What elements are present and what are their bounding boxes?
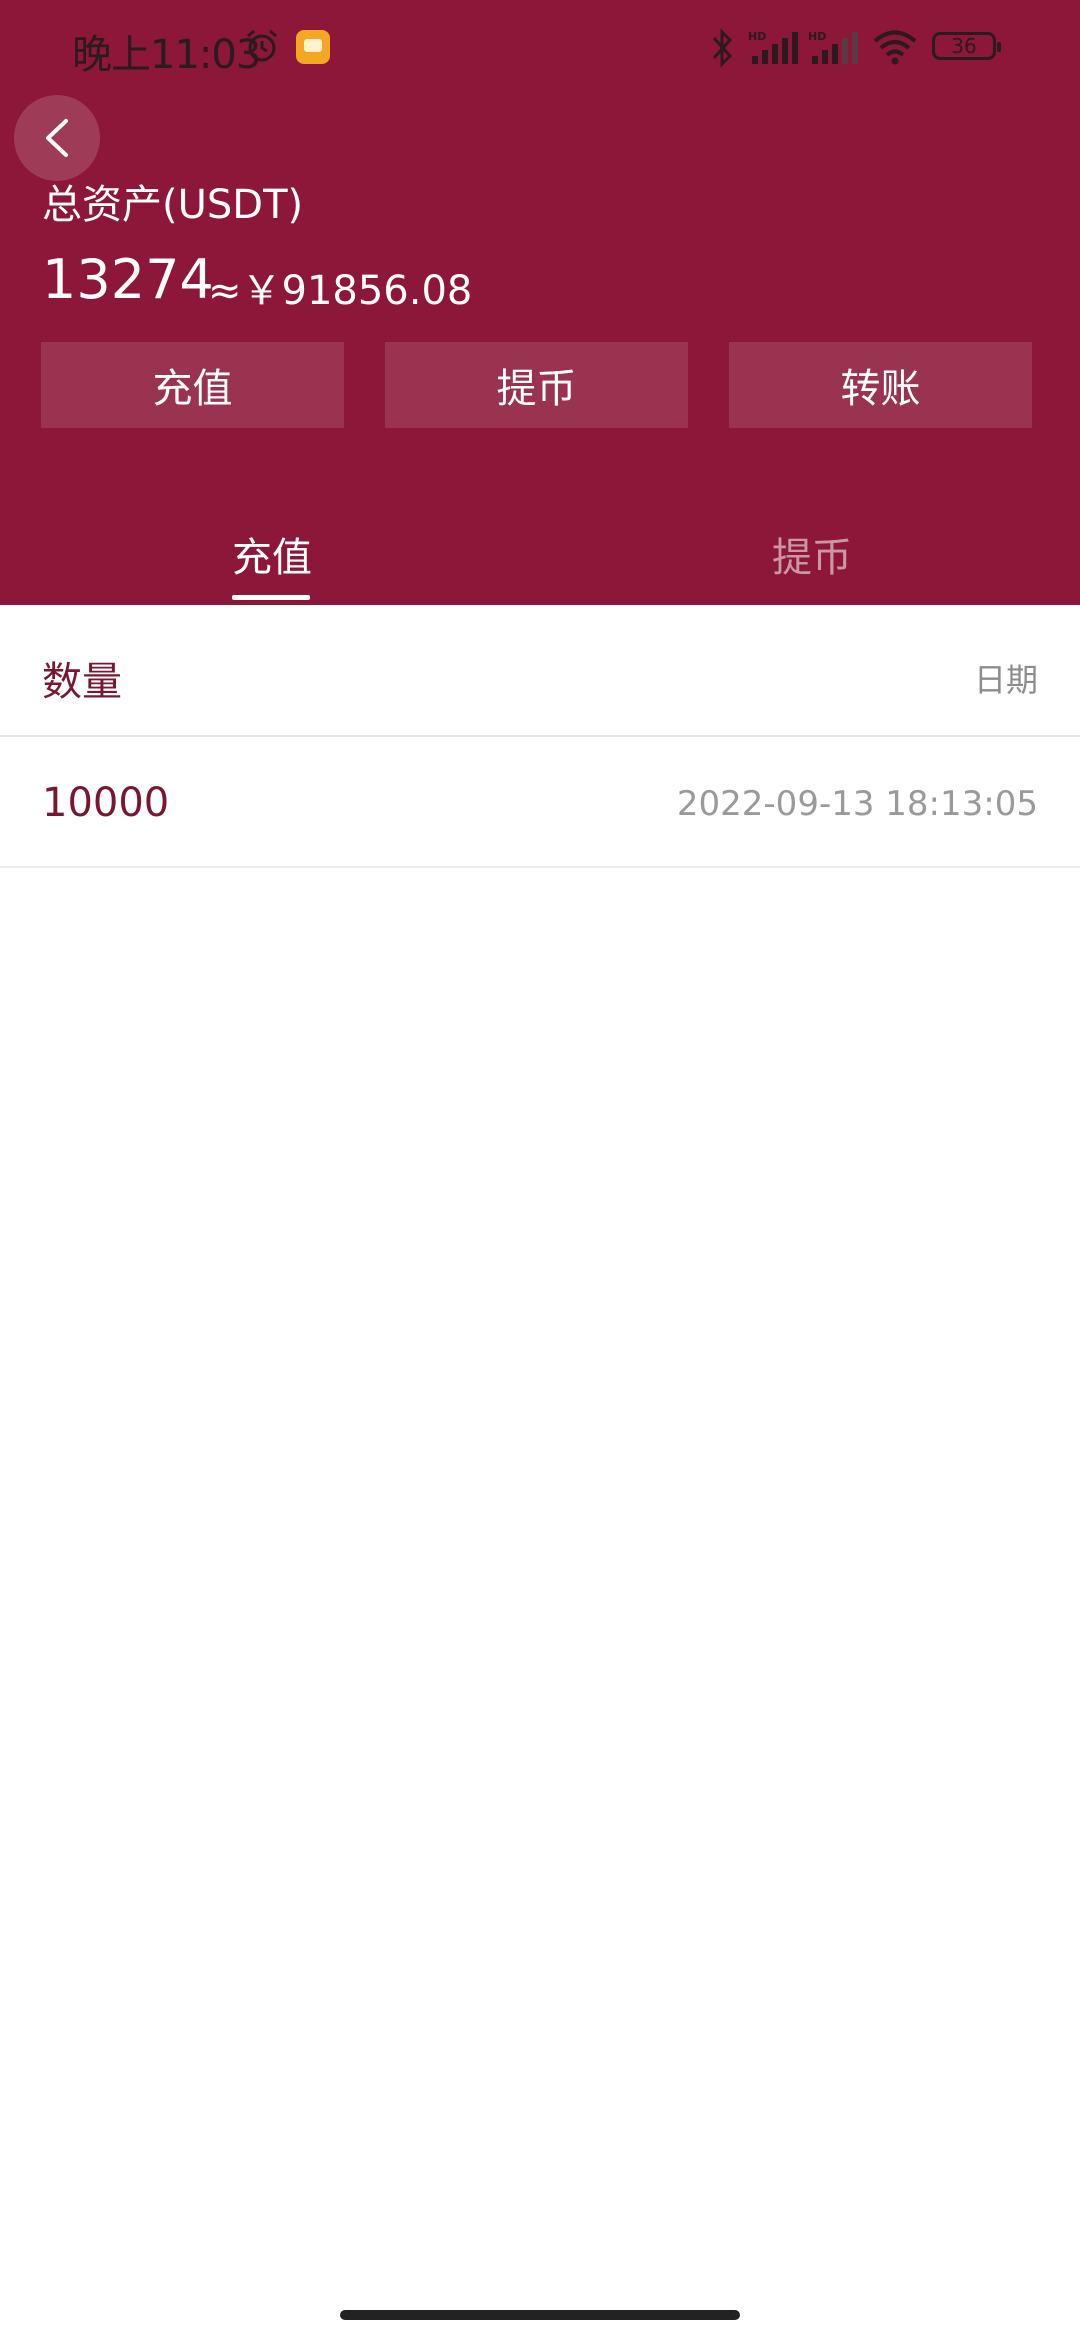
active-tab-indicator — [232, 595, 310, 600]
back-button[interactable] — [14, 95, 100, 181]
column-header-quantity: 数量 — [42, 659, 122, 705]
list-item: 10000 2022-09-13 18:13:05 — [0, 738, 1080, 868]
record-quantity: 10000 — [42, 780, 170, 826]
app-screen: 晚上11:03 HD HD 36 总资产(USDT) 13274 ≈￥91856… — [0, 0, 1080, 2340]
total-assets-amount: 13274 — [42, 248, 214, 311]
record-date: 2022-09-13 18:13:05 — [676, 784, 1038, 824]
status-bar: 晚上11:03 HD HD 36 — [0, 0, 1080, 95]
alarm-icon — [247, 29, 277, 62]
tab-withdraw[interactable]: 提币 — [772, 525, 852, 583]
battery-indicator: 36 — [932, 32, 1001, 60]
svg-text:HD: HD — [808, 30, 826, 43]
column-header-date: 日期 — [973, 661, 1038, 699]
cny-equivalent-amount: ≈￥91856.08 — [208, 268, 473, 314]
tab-deposit[interactable]: 充值 — [232, 525, 312, 583]
home-indicator[interactable] — [340, 2310, 740, 2320]
status-time: 晚上11:03 — [72, 32, 261, 78]
withdraw-button[interactable]: 提币 — [385, 342, 688, 428]
header: 晚上11:03 HD HD 36 总资产(USDT) 13274 ≈￥91856… — [0, 0, 1080, 605]
signal-icon: HD — [808, 30, 858, 64]
wifi-icon — [873, 30, 917, 65]
bluetooth-icon — [712, 28, 733, 68]
svg-text:HD: HD — [748, 30, 766, 43]
transfer-button[interactable]: 转账 — [729, 342, 1032, 428]
total-assets-label: 总资产(USDT) — [42, 182, 304, 228]
signal-icon: HD — [748, 30, 798, 64]
list-header: 数量 日期 — [0, 605, 1080, 737]
chevron-left-icon — [46, 119, 68, 157]
deposit-button[interactable]: 充值 — [41, 342, 344, 428]
message-notification-icon — [296, 30, 330, 64]
